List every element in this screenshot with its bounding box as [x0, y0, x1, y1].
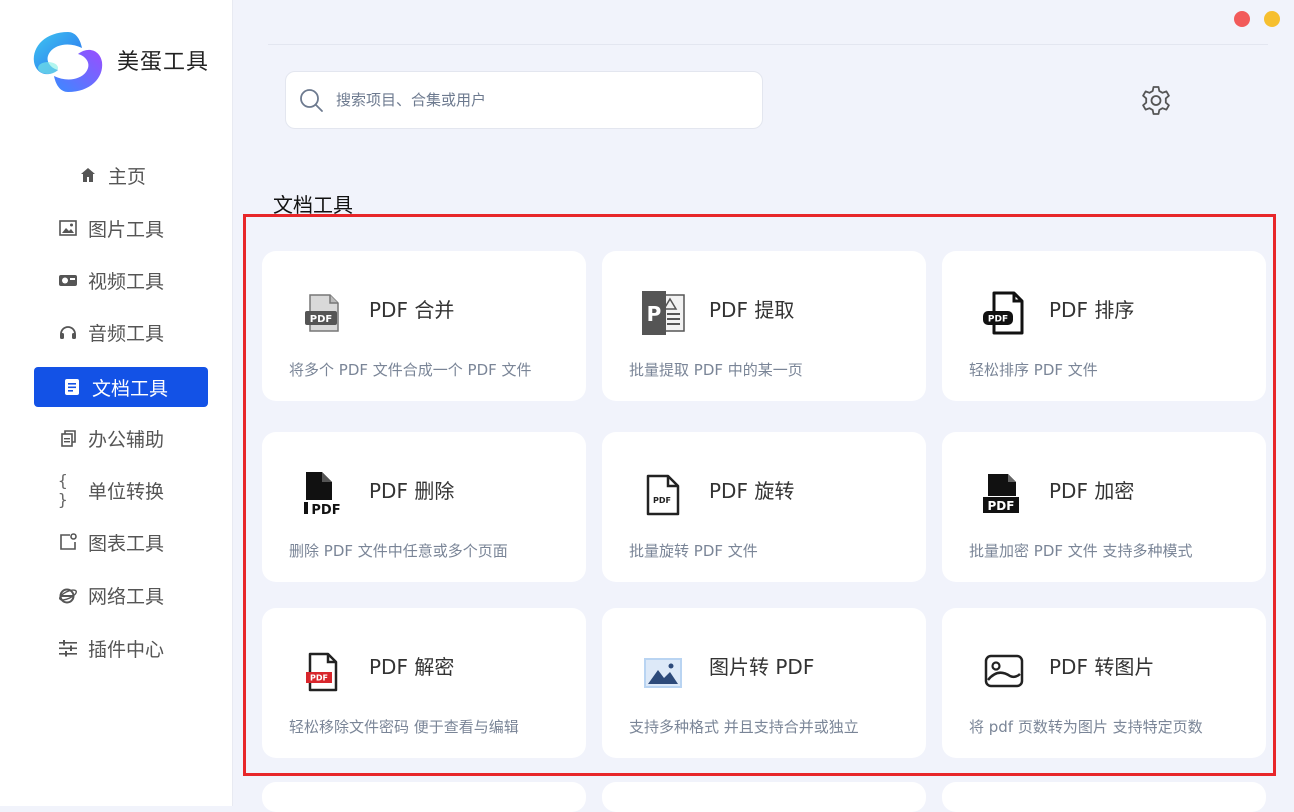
tool-card-partial[interactable] [602, 782, 926, 812]
pdf-badge-text: PDF [310, 314, 332, 325]
pdf-to-image-icon [984, 654, 1024, 688]
card-title: PDF 提取 [709, 298, 795, 322]
sidebar: 美蛋工具 主页 图片工具 视频工具 音频工具 文档工具 办公辅助 {} 单位转… [0, 0, 233, 806]
sidebar-item-label: 音频工具 [88, 322, 165, 345]
app-name: 美蛋工具 [117, 50, 210, 75]
card-title: PDF 旋转 [709, 479, 795, 503]
tool-card-pdf-sort[interactable]: PDF PDF 排序 轻松排序 PDF 文件 [942, 251, 1266, 401]
pdf-delete-icon: PDF [304, 472, 341, 518]
card-description: 批量提取 PDF 中的某一页 [629, 361, 803, 379]
tool-card-partial[interactable] [262, 782, 586, 812]
gear-icon[interactable] [1139, 84, 1173, 118]
card-title: 图片转 PDF [709, 655, 815, 679]
sidebar-item-label: 主页 [108, 165, 147, 188]
sidebar-item-label: 图片工具 [88, 218, 165, 241]
sidebar-item-video-tools[interactable]: 视频工具 [58, 260, 232, 300]
extract-letter-text: P [647, 302, 662, 326]
tool-card-pdf-merge[interactable]: PDF PDF 合并 将多个 PDF 文件合成一个 PDF 文件 [262, 251, 586, 401]
sidebar-item-chart-tools[interactable]: 图表工具 [58, 522, 232, 562]
search-box[interactable] [285, 71, 763, 129]
sidebar-item-image-tools[interactable]: 图片工具 [58, 208, 232, 248]
header-divider [268, 44, 1268, 45]
card-title: PDF 解密 [369, 655, 455, 679]
pdf-sort-icon: PDF [983, 291, 1024, 335]
sidebar-item-label: 单位转换 [88, 480, 165, 503]
tool-card-pdf-encrypt[interactable]: PDF PDF 加密 批量加密 PDF 文件 支持多种模式 [942, 432, 1266, 582]
sidebar-item-label: 视频工具 [88, 270, 165, 293]
card-title: PDF 删除 [369, 479, 455, 503]
copy-icon [58, 428, 78, 448]
sliders-icon [58, 638, 78, 658]
card-title: PDF 排序 [1049, 298, 1135, 322]
pdf-extract-icon: P [642, 291, 685, 335]
minimize-window-button[interactable] [1264, 11, 1280, 27]
video-icon [58, 270, 78, 290]
chart-icon [58, 532, 78, 552]
sidebar-item-office-assistant[interactable]: 办公辅助 [58, 418, 232, 458]
sidebar-item-label: 网络工具 [88, 585, 165, 608]
sidebar-item-audio-tools[interactable]: 音频工具 [58, 312, 232, 352]
pdf-encrypt-icon: PDF [983, 474, 1019, 513]
tool-card-partial[interactable] [942, 782, 1266, 812]
image-icon [58, 218, 78, 238]
card-title: PDF 合并 [369, 298, 455, 322]
pdf-merge-icon: PDF [305, 294, 339, 332]
sidebar-item-label: 图表工具 [88, 532, 165, 555]
close-window-button[interactable] [1234, 11, 1250, 27]
card-description: 删除 PDF 文件中任意或多个页面 [289, 542, 508, 560]
pdf-badge-text: PDF [311, 503, 340, 518]
sidebar-item-plugin-center[interactable]: 插件中心 [58, 628, 232, 668]
card-description: 将多个 PDF 文件合成一个 PDF 文件 [289, 361, 532, 379]
sidebar-item-document-tools[interactable]: 文档工具 [34, 367, 208, 407]
pdf-rotate-icon: PDF [646, 474, 680, 516]
search-input[interactable] [334, 90, 738, 110]
card-description: 将 pdf 页数转为图片 支持特定页数 [969, 718, 1203, 736]
pdf-badge-text: PDF [653, 496, 671, 505]
sidebar-item-label: 办公辅助 [88, 428, 165, 451]
pdf-badge-text: PDF [988, 499, 1015, 513]
sidebar-item-unit-conversion[interactable]: { } 单位转换 [58, 470, 232, 510]
card-description: 批量加密 PDF 文件 支持多种模式 [969, 542, 1193, 560]
tool-card-pdf-delete[interactable]: PDF PDF 删除 删除 PDF 文件中任意或多个页面 [262, 432, 586, 582]
image-to-pdf-icon [644, 658, 682, 688]
tool-card-pdf-extract[interactable]: P PDF 提取 批量提取 PDF 中的某一页 [602, 251, 926, 401]
tool-card-pdf-to-image[interactable]: PDF 转图片 将 pdf 页数转为图片 支持特定页数 [942, 608, 1266, 758]
card-title: PDF 加密 [1049, 479, 1135, 503]
pdf-badge-text: PDF [988, 315, 1008, 325]
tool-card-pdf-rotate[interactable]: PDF PDF 旋转 批量旋转 PDF 文件 [602, 432, 926, 582]
browser-icon [58, 585, 78, 605]
tool-card-image-to-pdf[interactable]: 图片转 PDF 支持多种格式 并且支持合并或独立 [602, 608, 926, 758]
card-description: 批量旋转 PDF 文件 [629, 542, 758, 560]
sidebar-item-label: 文档工具 [92, 377, 169, 400]
document-icon [62, 377, 82, 397]
home-icon [78, 165, 98, 185]
app-logo-icon [33, 32, 103, 92]
card-title: PDF 转图片 [1049, 655, 1155, 679]
tool-card-pdf-decrypt[interactable]: PDF PDF 解密 轻松移除文件密码 便于查看与编辑 [262, 608, 586, 758]
pdf-badge-text: PDF [310, 674, 328, 683]
sidebar-item-label: 插件中心 [88, 638, 165, 661]
section-title: 文档工具 [273, 193, 353, 217]
headphones-icon [58, 322, 78, 342]
braces-icon: { } [58, 471, 68, 509]
pdf-decrypt-icon: PDF [306, 652, 338, 692]
sidebar-item-home[interactable]: 主页 [78, 155, 208, 195]
card-description: 轻松排序 PDF 文件 [969, 361, 1098, 379]
search-icon [300, 89, 323, 112]
sidebar-item-network-tools[interactable]: 网络工具 [58, 575, 232, 615]
card-description: 支持多种格式 并且支持合并或独立 [629, 718, 859, 736]
card-description: 轻松移除文件密码 便于查看与编辑 [289, 718, 519, 736]
